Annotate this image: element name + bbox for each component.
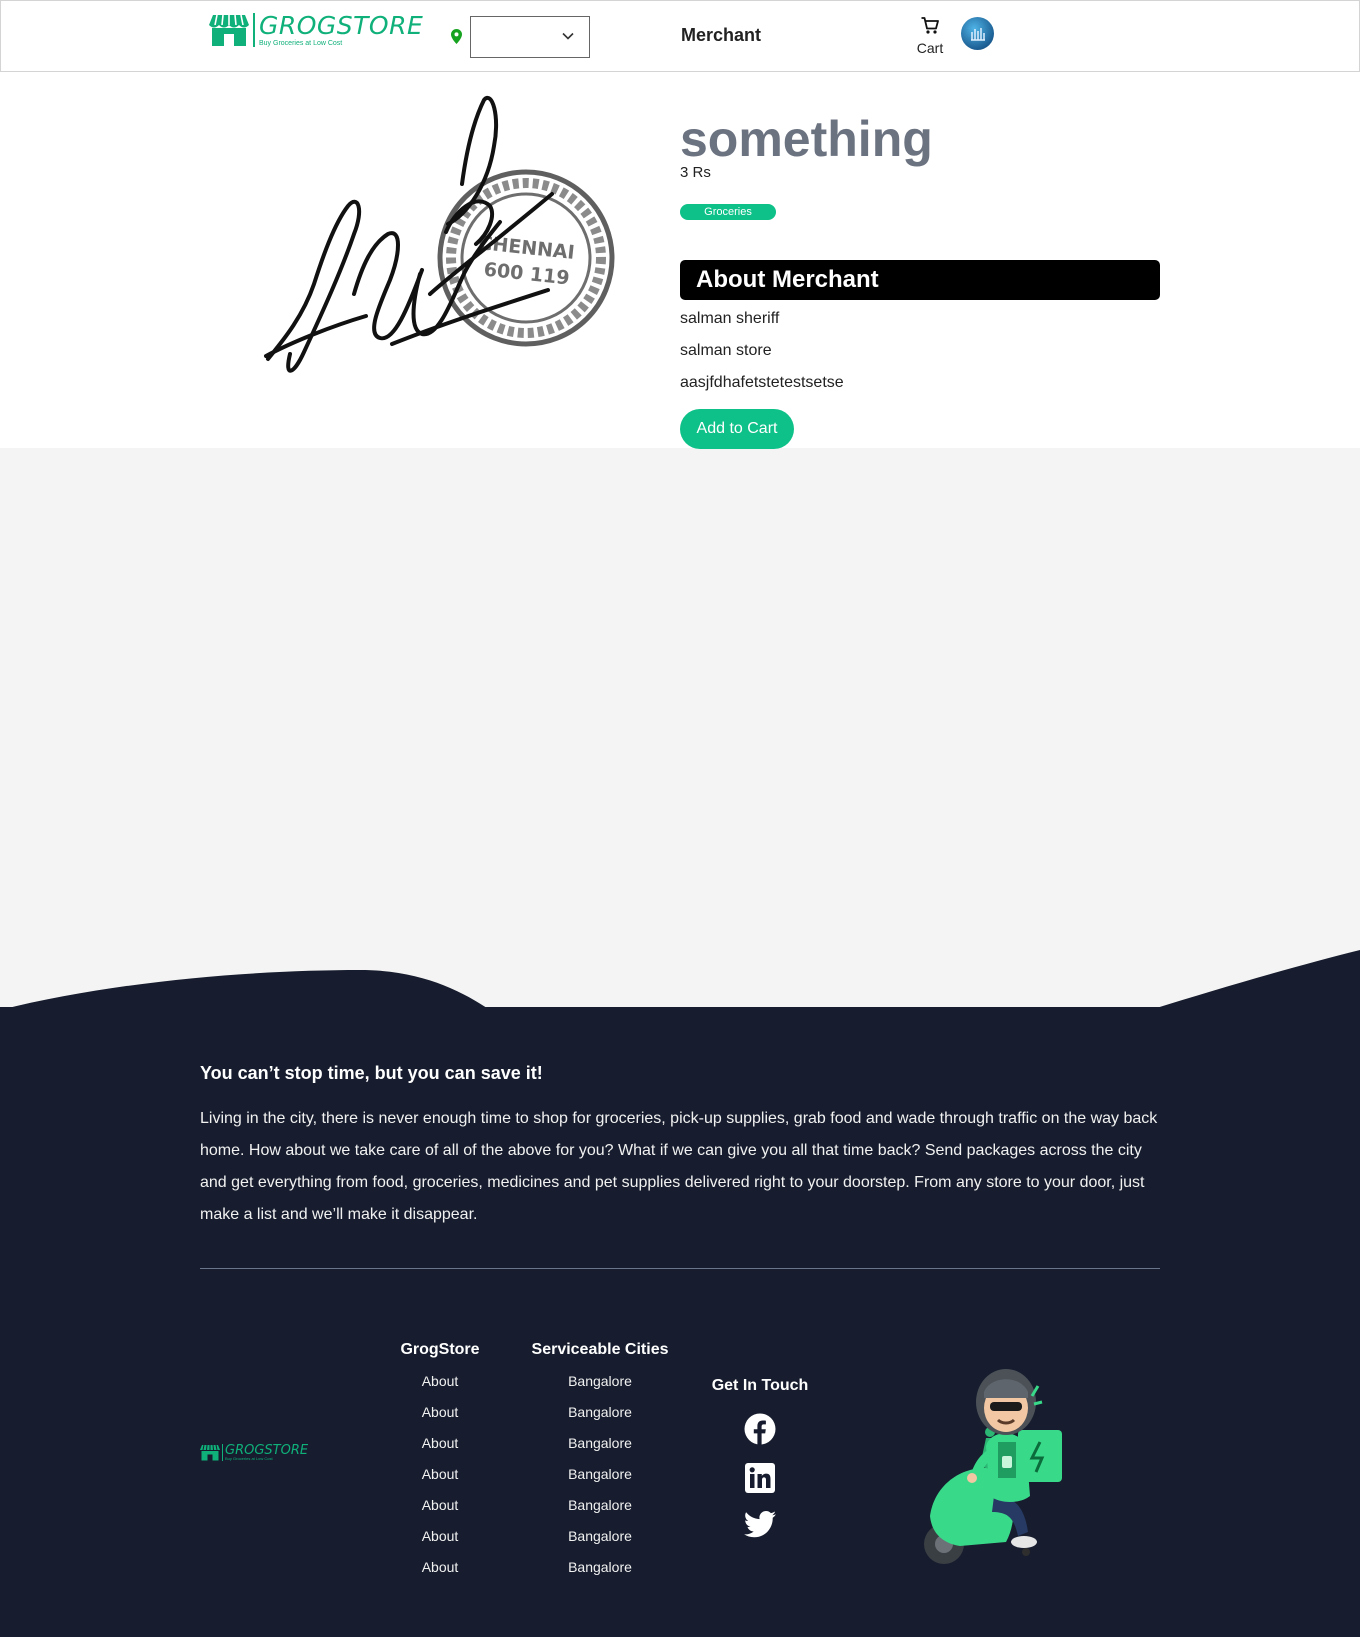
footer-about-link[interactable]: About <box>395 1559 485 1575</box>
nav-merchant-link[interactable]: Merchant <box>681 25 761 46</box>
add-to-cart-button[interactable]: Add to Cart <box>680 409 794 449</box>
logo-tagline: Buy Groceries at Low Cost <box>259 40 343 47</box>
product-description: aasjfdhafetstetestsetse <box>680 374 844 391</box>
footer-contact-column: Get In Touch <box>706 1377 814 1538</box>
footer-logo[interactable]: GROGSTORE Buy Groceries at Low Cost <box>200 1444 308 1461</box>
footer-city-link[interactable]: Bangalore <box>530 1528 670 1544</box>
logo-wordmark: GROGSTORE <box>259 11 424 40</box>
product-image: CHENNAI 600 119 <box>264 95 615 373</box>
stamp-line-2: 600 119 <box>483 259 571 290</box>
footer-divider <box>200 1268 1160 1269</box>
store-name: salman store <box>680 342 772 359</box>
footer-about-link[interactable]: About <box>395 1404 485 1420</box>
category-badge[interactable]: Groceries <box>680 204 776 220</box>
linkedin-icon[interactable] <box>745 1463 775 1493</box>
footer-city-link[interactable]: Bangalore <box>530 1373 670 1389</box>
cart-button[interactable]: Cart <box>915 17 945 56</box>
footer-about-link[interactable]: About <box>395 1435 485 1451</box>
footer-city-link[interactable]: Bangalore <box>530 1435 670 1451</box>
cities-column-title: Serviceable Cities <box>531 1341 669 1358</box>
chevron-down-icon <box>562 32 574 40</box>
site-footer: You can’t stop time, but you can save it… <box>0 1007 1360 1637</box>
storefront-icon <box>200 1444 220 1461</box>
footer-heading: You can’t stop time, but you can save it… <box>200 1063 543 1083</box>
footer-cities-column: Serviceable Cities Bangalore Bangalore B… <box>530 1341 670 1575</box>
cart-label: Cart <box>916 40 944 56</box>
footer-about-link[interactable]: About <box>395 1528 485 1544</box>
user-avatar[interactable] <box>961 17 994 50</box>
twitter-icon[interactable] <box>744 1511 776 1538</box>
product-price: 3 Rs <box>680 164 711 181</box>
site-header: GROGSTORE Buy Groceries at Low Cost Merc… <box>0 0 1360 72</box>
facebook-icon[interactable] <box>744 1413 776 1445</box>
footer-city-link[interactable]: Bangalore <box>530 1404 670 1420</box>
product-title: something <box>680 111 933 167</box>
footer-city-link[interactable]: Bangalore <box>530 1466 670 1482</box>
footer-about-link[interactable]: About <box>395 1466 485 1482</box>
delivery-rider-illustration <box>924 1369 1062 1564</box>
storefront-icon <box>209 14 249 46</box>
footer-city-link[interactable]: Bangalore <box>530 1497 670 1513</box>
grogstore-column-title: GrogStore <box>400 1341 480 1358</box>
location-select[interactable] <box>470 16 590 58</box>
footer-grogstore-column: GrogStore About About About About About … <box>395 1341 485 1575</box>
footer-city-link[interactable]: Bangalore <box>530 1559 670 1575</box>
footer-about-link[interactable]: About <box>395 1497 485 1513</box>
cart-icon <box>921 17 939 34</box>
merchant-name: salman sheriff <box>680 310 780 327</box>
footer-about-link[interactable]: About <box>395 1373 485 1389</box>
avatar-emblem-icon <box>970 27 985 41</box>
location-pin-icon <box>451 29 462 44</box>
footer-wave <box>0 950 1360 1010</box>
contact-column-title: Get In Touch <box>711 1377 809 1394</box>
footer-description: Living in the city, there is never enoug… <box>200 1110 1158 1223</box>
brand-logo[interactable]: GROGSTORE Buy Groceries at Low Cost <box>209 13 423 47</box>
about-merchant-heading: About Merchant <box>680 260 1160 300</box>
product-section: CHENNAI 600 119 something 3 Rs Groceries… <box>0 72 1360 449</box>
